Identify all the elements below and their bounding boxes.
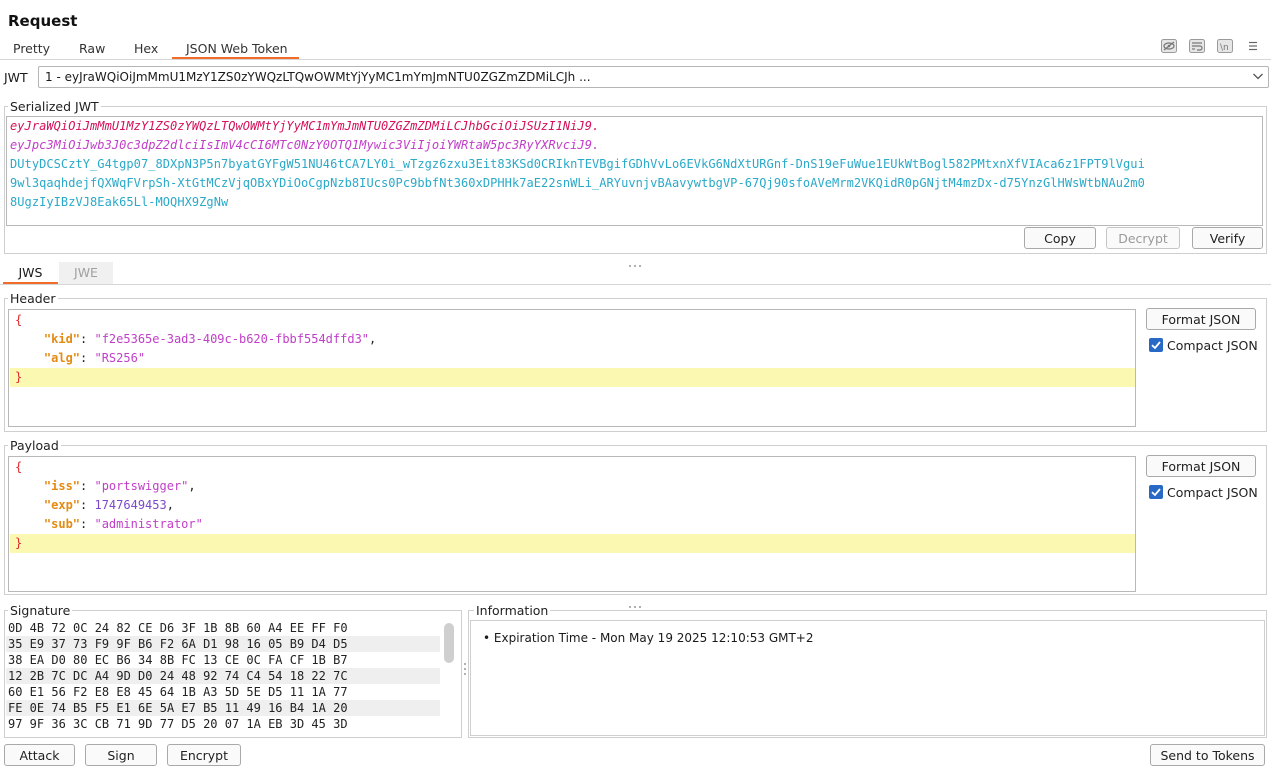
header-compact-json-checkbox[interactable]: [1149, 338, 1163, 352]
serialized-jwt-editor[interactable]: eyJraWQiOiJmMmU1MzY1ZS0zYWQzLTQwOWMtYjYy…: [6, 116, 1263, 226]
hex-row: FE 0E 74 B5 F5 E1 6E 5A E7 B5 11 49 16 B…: [6, 700, 440, 716]
chevron-down-icon: [1252, 70, 1264, 82]
header-title: Header: [8, 291, 58, 306]
json-close-brace: }: [15, 370, 23, 384]
attack-button[interactable]: Attack: [4, 744, 75, 766]
json-value: "f2e5365e-3ad3-409c-b620-fbbf554dffd3": [94, 332, 370, 346]
jwt-signature-segment: 8UgzIyIBzVJ8Eak65Ll-MOQHX9ZgNw: [10, 195, 229, 209]
tab-json-web-token[interactable]: JSON Web Token: [186, 41, 288, 56]
sign-button[interactable]: Sign: [85, 744, 157, 766]
hex-row: 12 2B 7C DC A4 9D D0 24 48 92 74 C4 54 1…: [6, 668, 440, 684]
tab-raw[interactable]: Raw: [79, 41, 105, 56]
header-compact-json-label: Compact JSON: [1167, 338, 1258, 353]
json-close-brace: }: [15, 536, 23, 550]
json-open-brace: {: [15, 313, 23, 327]
jwt-selector-value: 1 - eyJraWQiOiJmMmU1MzY1ZS0zYWQzLTQwOWMt…: [45, 70, 591, 84]
header-format-json-button[interactable]: Format JSON: [1146, 308, 1256, 330]
verify-button[interactable]: Verify: [1192, 227, 1263, 249]
json-key: "iss": [43, 479, 81, 493]
checkmark-icon: [1151, 488, 1161, 497]
json-value: "portswigger": [94, 479, 189, 493]
serialized-jwt-title: Serialized JWT: [8, 99, 101, 114]
newline-toggle-icon[interactable]: \n: [1217, 39, 1233, 53]
json-value: "RS256": [94, 351, 146, 365]
hide-whitespace-icon[interactable]: [1161, 39, 1177, 53]
hex-row: 97 9F 36 3C CB 71 9D 77 D5 20 07 1A EB 3…: [8, 717, 348, 731]
tab-jws[interactable]: JWS: [3, 262, 58, 284]
information-item: • Expiration Time - Mon May 19 2025 12:1…: [483, 631, 814, 645]
jwt-signature-segment: 9wl3qaqhdejfQXWqFVrpSh-XtGtMCzVjqOBxYDiO…: [10, 176, 1145, 190]
json-key: "exp": [43, 498, 81, 512]
json-value: 1747649453: [94, 498, 167, 512]
payload-compact-json-label: Compact JSON: [1167, 485, 1258, 500]
information-title: Information: [474, 603, 551, 618]
wrap-lines-icon[interactable]: [1189, 39, 1205, 53]
copy-button[interactable]: Copy: [1024, 227, 1096, 249]
tabs-divider: [0, 59, 1271, 60]
hex-row: 38 EA D0 80 EC B6 34 8B FC 13 CE 0C FA C…: [8, 653, 348, 667]
signature-scrollbar-thumb[interactable]: [444, 623, 454, 663]
current-line-highlight: [10, 368, 1135, 387]
decrypt-button[interactable]: Decrypt: [1106, 227, 1180, 249]
payload-compact-json-checkbox[interactable]: [1149, 485, 1163, 499]
panel-title: Request: [8, 12, 78, 30]
tab-jwe[interactable]: JWE: [59, 262, 113, 284]
jwt-header-segment: eyJraWQiOiJmMmU1MzY1ZS0zYWQzLTQwOWMtYjYy…: [10, 119, 600, 133]
payload-json-editor[interactable]: { "iss": "portswigger", "exp": 174764945…: [8, 456, 1136, 592]
signature-title: Signature: [8, 603, 73, 618]
hex-row: 0D 4B 72 0C 24 82 CE D6 3F 1B 8B 60 A4 E…: [8, 621, 348, 635]
json-key: "kid": [43, 332, 81, 346]
send-to-tokens-button[interactable]: Send to Tokens: [1150, 744, 1265, 766]
encrypt-button[interactable]: Encrypt: [167, 744, 241, 766]
checkmark-icon: [1151, 341, 1161, 350]
tab-hex[interactable]: Hex: [134, 41, 158, 56]
current-line-highlight: [10, 534, 1135, 553]
jwt-payload-segment: eyJpc3MiOiJwb3J0c3dpZ2dlciIsImV4cCI6MTc0…: [10, 138, 600, 152]
jwt-selector-label: JWT: [4, 70, 28, 85]
splitter-handle[interactable]: [628, 257, 642, 267]
jwt-signature-segment: DUtyDCSCztY_G4tgp07_8DXpN3P5n7byatGYFgW5…: [10, 157, 1145, 171]
json-value: "administrator": [94, 517, 203, 531]
splitter-handle[interactable]: [463, 662, 467, 676]
payload-format-json-button[interactable]: Format JSON: [1146, 455, 1256, 477]
tab-pretty[interactable]: Pretty: [13, 41, 50, 56]
menu-icon[interactable]: [1246, 39, 1262, 53]
json-open-brace: {: [15, 460, 23, 474]
header-json-editor[interactable]: { "kid": "f2e5365e-3ad3-409c-b620-fbbf55…: [8, 309, 1136, 427]
jwt-selector-dropdown[interactable]: 1 - eyJraWQiOiJmMmU1MzY1ZS0zYWQzLTQwOWMt…: [38, 66, 1269, 88]
hex-row: 35 E9 37 73 F9 9F B6 F2 6A D1 98 16 05 B…: [6, 636, 440, 652]
svg-text:\n: \n: [1220, 43, 1229, 53]
hex-row: 60 E1 56 F2 E8 E8 45 64 1B A3 5D 5E D5 1…: [8, 685, 348, 699]
splitter-handle[interactable]: [628, 598, 642, 608]
signature-hex-view[interactable]: 0D 4B 72 0C 24 82 CE D6 3F 1B 8B 60 A4 E…: [6, 620, 461, 736]
json-key: "sub": [43, 517, 81, 531]
subtabs-divider: [0, 284, 1271, 285]
json-key: "alg": [43, 351, 81, 365]
payload-title: Payload: [8, 438, 61, 453]
